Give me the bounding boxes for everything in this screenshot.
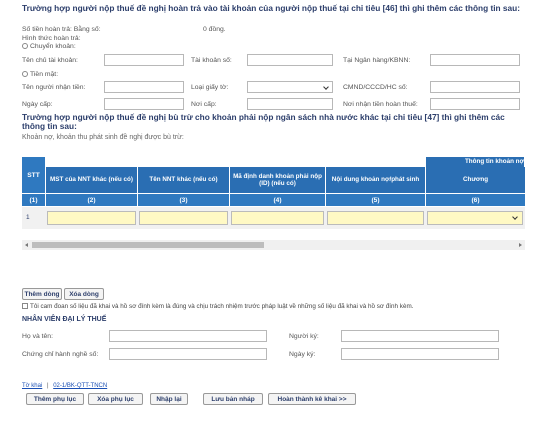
cash-label: Tiền mặt:	[30, 71, 59, 78]
account-holder-input[interactable]	[104, 54, 184, 66]
add-appendix-button[interactable]: Thêm phụ lục	[26, 393, 84, 405]
account-number-input[interactable]	[247, 54, 333, 66]
id-number-input[interactable]	[430, 81, 520, 93]
refund-amount-value: 0 đồng.	[203, 26, 226, 33]
mst-cell-input[interactable]	[47, 211, 136, 225]
transfer-option[interactable]: Chuyển khoản:	[22, 43, 76, 50]
transfer-radio[interactable]	[22, 43, 28, 49]
agent-name-input[interactable]	[109, 330, 267, 342]
issue-date-label: Ngày cấp:	[22, 101, 53, 108]
cash-option[interactable]: Tiền mặt:	[22, 71, 58, 78]
account-holder-label: Tên chủ tài khoản:	[22, 57, 78, 64]
bank-input[interactable]	[430, 54, 520, 66]
add-row-button[interactable]: Thêm dòng	[22, 288, 62, 300]
transfer-label: Chuyển khoản:	[30, 43, 76, 50]
commitment-text: Tôi cam đoan số liệu đã khai và hồ sơ đí…	[30, 303, 414, 310]
name-cell-input[interactable]	[139, 211, 228, 225]
col-index-2: (2)	[46, 194, 138, 206]
scroll-left-icon[interactable]	[25, 243, 28, 247]
commitment-option[interactable]: Tôi cam đoan số liệu đã khai và hồ sơ đí…	[22, 303, 413, 310]
receiver-name-input[interactable]	[104, 81, 184, 93]
commitment-checkbox[interactable]	[22, 303, 28, 309]
sign-date-input[interactable]	[341, 348, 499, 360]
agent-cert-label: Chứng chỉ hành nghề số:	[22, 351, 99, 358]
col-index-6: (6)	[426, 194, 525, 206]
scrollbar-thumb[interactable]	[32, 242, 264, 248]
save-draft-button[interactable]: Lưu bản nháp	[203, 393, 263, 405]
complete-declaration-button[interactable]: Hoàn thành kê khai >>	[268, 393, 356, 405]
signer-input[interactable]	[341, 330, 499, 342]
col-index-5: (5)	[326, 194, 426, 206]
appendix-link[interactable]: 02-1/BK-QTT-TNCN	[53, 383, 107, 389]
row-stt: 1	[26, 214, 30, 221]
content-cell-input[interactable]	[327, 211, 424, 225]
id-type-select[interactable]	[247, 81, 333, 93]
delete-row-button[interactable]: Xóa dòng	[64, 288, 104, 300]
col-header-stt: STT	[22, 157, 46, 193]
offset-subheading: Khoản nợ, khoản thu phát sinh đề nghị đư…	[22, 134, 184, 141]
account-number-label: Tài khoản số:	[191, 57, 232, 64]
footer-links: Tờ khai | 02-1/BK-QTT-TNCN	[22, 383, 107, 389]
col-header-chuong: Chương	[426, 167, 525, 193]
issue-place-label: Nơi cấp:	[191, 101, 217, 108]
refund-place-input[interactable]	[430, 98, 520, 110]
scroll-right-icon[interactable]	[519, 243, 522, 247]
group-header-label: Thông tin khoản nợ	[464, 158, 524, 166]
agent-cert-input[interactable]	[109, 348, 267, 360]
chevron-down-icon	[512, 214, 518, 220]
agent-name-label: Họ và tên:	[22, 333, 53, 340]
col-header-id: Mã định danh khoản phải nộp (ID) (nếu có…	[230, 167, 326, 193]
declaration-link[interactable]: Tờ khai	[22, 383, 42, 389]
reset-button[interactable]: Nhập lại	[150, 393, 188, 405]
issue-place-input[interactable]	[247, 98, 333, 110]
refund-method-label: Hình thức hoàn trả:	[22, 35, 81, 42]
col-index-4: (4)	[230, 194, 326, 206]
chuong-cell-select[interactable]	[427, 211, 523, 225]
refund-heading: Trường hợp người nộp thuế đề nghị hoàn t…	[22, 3, 520, 13]
col-header-name: Tên NNT khác (nếu có)	[138, 167, 230, 193]
group-header-debt-info: Thông tin khoản nợ	[426, 157, 525, 167]
id-number-label: CMND/CCCD/HC số:	[343, 84, 408, 91]
issue-date-input[interactable]	[104, 98, 184, 110]
sign-date-label: Ngày ký:	[289, 351, 316, 358]
agent-heading: NHÂN VIÊN ĐẠI LÝ THUẾ	[22, 316, 107, 323]
link-separator: |	[46, 383, 49, 389]
refund-place-label: Nơi nhận tiền hoàn thuế:	[343, 101, 418, 108]
col-header-content: Nội dung khoản nợ/phát sinh	[326, 167, 426, 193]
id-cell-input[interactable]	[231, 211, 324, 225]
delete-appendix-button[interactable]: Xóa phụ lục	[88, 393, 143, 405]
receiver-name-label: Tên người nhận tiền:	[22, 84, 86, 91]
refund-amount-label: Số tiền hoàn trả: Bằng số:	[22, 26, 101, 33]
id-type-label: Loại giấy tờ:	[191, 84, 229, 91]
offset-table: STT Thông tin khoản nợ MST của NNT khác …	[22, 157, 525, 254]
signer-label: Người ký:	[289, 333, 319, 340]
cash-radio[interactable]	[22, 71, 28, 77]
header-spacer	[46, 157, 457, 166]
col-header-mst: MST của NNT khác (nếu có)	[46, 167, 138, 193]
horizontal-scrollbar[interactable]	[22, 240, 525, 250]
col-index-1: (1)	[22, 194, 46, 206]
table-row: 1	[22, 207, 525, 229]
col-index-3: (3)	[138, 194, 230, 206]
offset-heading: Trường hợp người nộp thuế đề nghị bù trừ…	[22, 112, 505, 131]
bank-label: Tại Ngân hàng/KBNN:	[343, 57, 411, 64]
